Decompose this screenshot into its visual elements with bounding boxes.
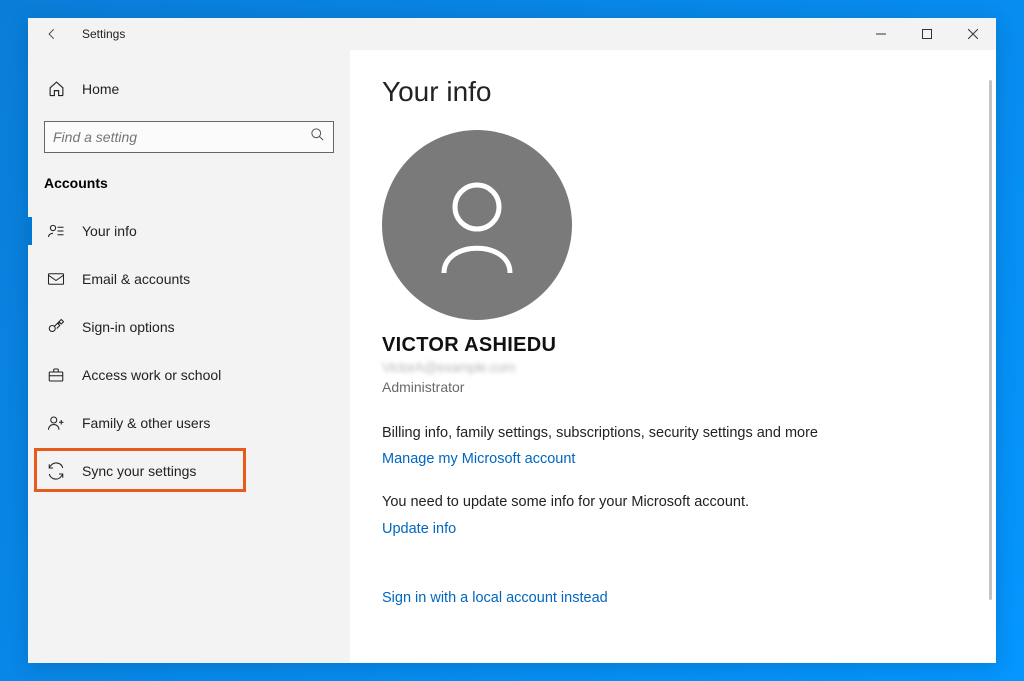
- mail-icon: [44, 270, 68, 288]
- search-icon: [310, 127, 325, 147]
- main-panel: Your info VICTOR ASHIEDU VictorA@example…: [350, 50, 996, 663]
- key-icon: [44, 318, 68, 336]
- sidebar: Home Accounts Your info Email: [28, 50, 350, 663]
- sync-icon: [44, 462, 68, 480]
- close-button[interactable]: [950, 18, 996, 50]
- sidebar-item-label: Email & accounts: [82, 271, 190, 287]
- window-title: Settings: [82, 27, 125, 41]
- local-account-link[interactable]: Sign in with a local account instead: [382, 590, 608, 606]
- window-controls: [858, 18, 996, 50]
- home-icon: [44, 80, 68, 97]
- sidebar-item-label: Family & other users: [82, 415, 210, 431]
- sidebar-category: Accounts: [28, 171, 350, 207]
- user-role: Administrator: [382, 379, 996, 395]
- home-nav[interactable]: Home: [28, 70, 350, 107]
- sidebar-item-label: Sync your settings: [82, 463, 196, 479]
- sidebar-item-signin-options[interactable]: Sign-in options: [28, 303, 350, 351]
- sidebar-item-access-work[interactable]: Access work or school: [28, 351, 350, 399]
- search-box[interactable]: [44, 121, 334, 153]
- sidebar-item-sync-settings[interactable]: Sync your settings: [28, 447, 350, 495]
- minimize-button[interactable]: [858, 18, 904, 50]
- content-area: Home Accounts Your info Email: [28, 50, 996, 663]
- home-label: Home: [82, 81, 119, 97]
- update-description: You need to update some info for your Mi…: [382, 492, 882, 512]
- briefcase-icon: [44, 366, 68, 384]
- spacer: [382, 562, 996, 582]
- maximize-button[interactable]: [904, 18, 950, 50]
- sidebar-item-label: Your info: [82, 223, 137, 239]
- back-button[interactable]: [36, 18, 68, 50]
- search-input[interactable]: [53, 129, 310, 145]
- user-name: VICTOR ASHIEDU: [382, 334, 996, 357]
- manage-account-link[interactable]: Manage my Microsoft account: [382, 451, 575, 467]
- sidebar-item-label: Access work or school: [82, 367, 221, 383]
- user-email-obscured: VictorA@example.com: [382, 359, 996, 375]
- people-add-icon: [44, 414, 68, 432]
- person-card-icon: [44, 222, 68, 240]
- avatar[interactable]: [382, 130, 572, 320]
- sidebar-item-your-info[interactable]: Your info: [28, 207, 350, 255]
- sidebar-item-label: Sign-in options: [82, 319, 175, 335]
- sidebar-item-email-accounts[interactable]: Email & accounts: [28, 255, 350, 303]
- update-info-link[interactable]: Update info: [382, 521, 456, 537]
- sidebar-item-family-other-users[interactable]: Family & other users: [28, 399, 350, 447]
- billing-description: Billing info, family settings, subscript…: [382, 423, 882, 443]
- page-title: Your info: [382, 76, 996, 108]
- person-icon: [432, 175, 522, 275]
- titlebar: Settings: [28, 18, 996, 50]
- settings-window: Settings Home: [28, 18, 996, 663]
- scrollbar[interactable]: [989, 80, 992, 600]
